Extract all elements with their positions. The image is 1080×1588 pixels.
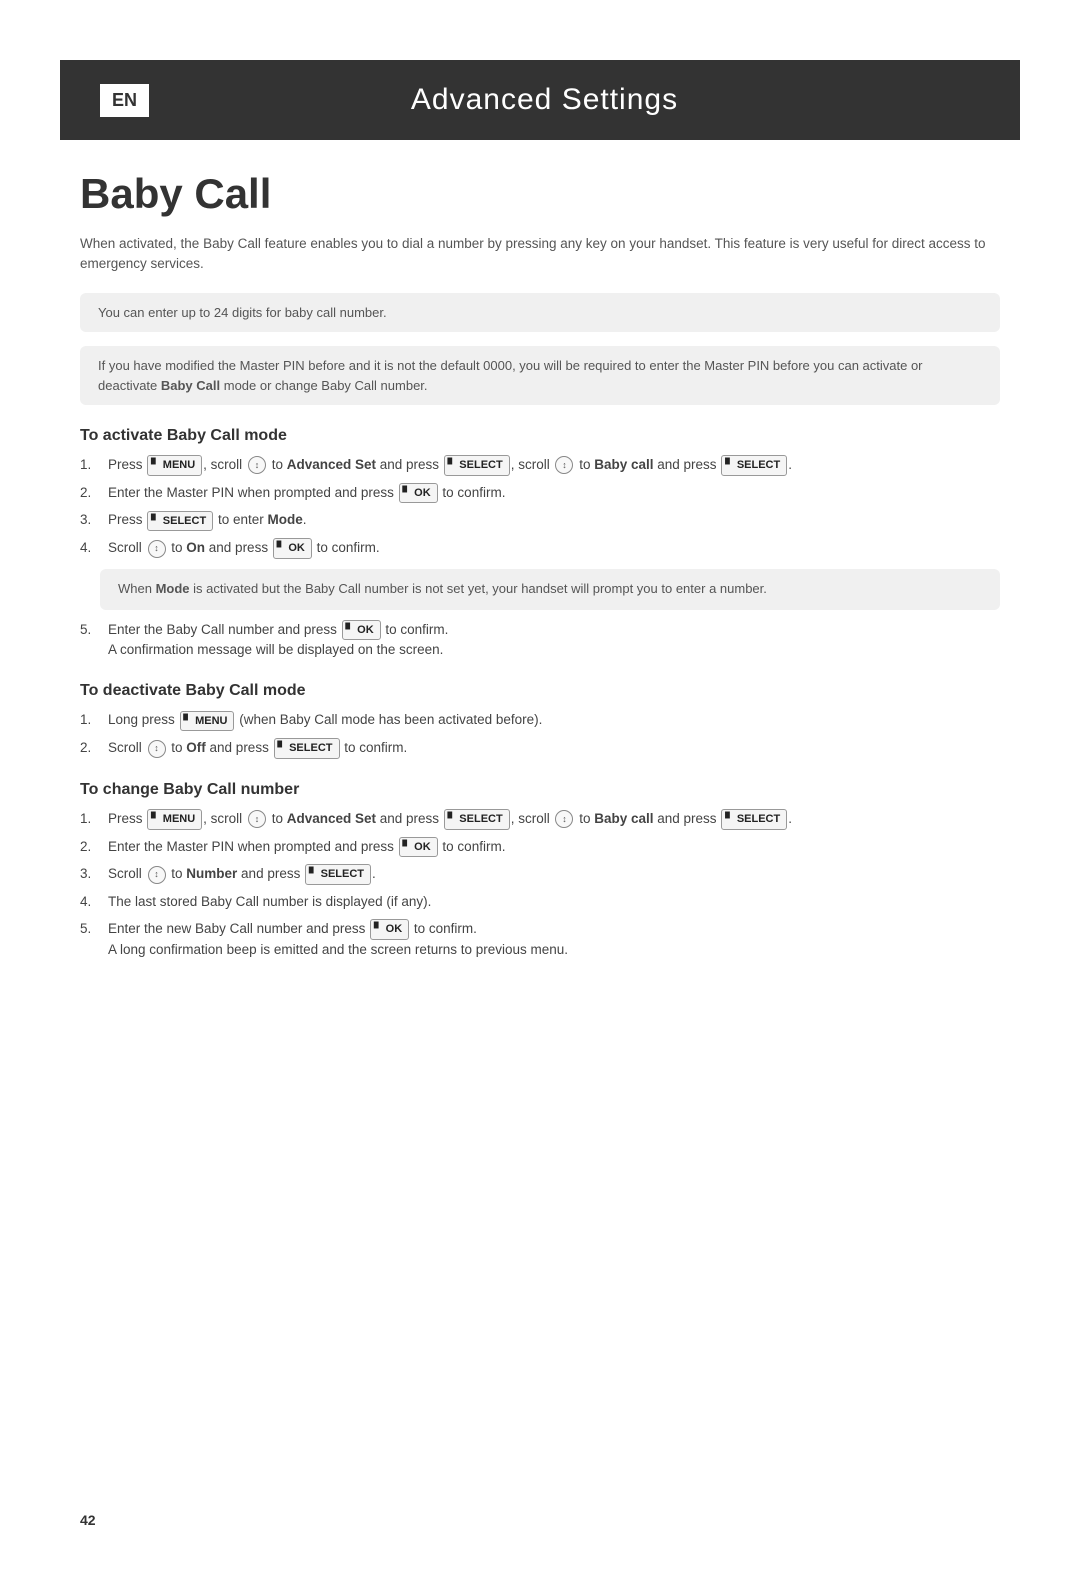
menu-button: ▘ MENU [147,455,202,476]
section2-steps: 1. Long press ▘ MENU (when Baby Call mod… [80,710,1000,758]
menu-button-2: ▘ MENU [180,711,235,732]
list-item: 3. Press ▘ SELECT to enter Mode. [80,510,1000,531]
scroll-icon-3: ↕ [148,540,166,558]
list-item: 4. Scroll ↕ to On and press ▘ OK to conf… [80,538,1000,559]
scroll-icon-4: ↕ [148,740,166,758]
section1-step5: 5. Enter the Baby Call number and press … [80,620,1000,661]
list-item: 5. Enter the new Baby Call number and pr… [80,919,1000,960]
menu-button-3: ▘ MENU [147,809,202,830]
scroll-icon-7: ↕ [148,866,166,884]
list-item: 2. Scroll ↕ to Off and press ▘ SELECT to… [80,738,1000,759]
scroll-icon-5: ↕ [248,810,266,828]
scroll-icon-2: ↕ [555,456,573,474]
section3-steps: 1. Press ▘ MENU, scroll ↕ to Advanced Se… [80,809,1000,960]
list-item: 4. The last stored Baby Call number is d… [80,892,1000,912]
select-button-4: ▘ SELECT [274,738,340,759]
page-title: Baby Call [80,170,1000,218]
list-item: 2. Enter the Master PIN when prompted an… [80,837,1000,858]
header-bar: EN Advanced Settings [60,60,1020,140]
select-button-6: ▘ SELECT [721,809,787,830]
intro-text: When activated, the Baby Call feature en… [80,234,1000,275]
section3-title: To change Baby Call number [80,781,1000,799]
list-item: 3. Scroll ↕ to Number and press ▘ SELECT… [80,864,1000,885]
ok-button-2: ▘ OK [273,538,312,559]
ok-button-5: ▘ OK [370,919,409,940]
ok-button-4: ▘ OK [399,837,438,858]
select-button-7: ▘ SELECT [305,864,371,885]
list-item: 2. Enter the Master PIN when prompted an… [80,483,1000,504]
header-title: Advanced Settings [169,83,980,117]
ok-button-3: ▘ OK [342,620,381,641]
select-button-3: ▘ SELECT [147,511,213,532]
section1-steps: 1. Press ▘ MENU, scroll ↕ to Advanced Se… [80,455,1000,559]
select-button-2: ▘ SELECT [721,455,787,476]
select-button-5: ▘ SELECT [444,809,510,830]
list-item: 1. Press ▘ MENU, scroll ↕ to Advanced Se… [80,455,1000,476]
list-item: 5. Enter the Baby Call number and press … [80,620,1000,661]
mode-note: When Mode is activated but the Baby Call… [100,569,1000,610]
ok-button: ▘ OK [399,483,438,504]
scroll-icon-6: ↕ [555,810,573,828]
section1-title: To activate Baby Call mode [80,427,1000,445]
note-box-1: You can enter up to 24 digits for baby c… [80,293,1000,333]
note-box-2: If you have modified the Master PIN befo… [80,346,1000,405]
list-item: 1. Press ▘ MENU, scroll ↕ to Advanced Se… [80,809,1000,830]
scroll-icon: ↕ [248,456,266,474]
content-area: Baby Call When activated, the Baby Call … [0,140,1080,1030]
section2-title: To deactivate Baby Call mode [80,682,1000,700]
list-item: 1. Long press ▘ MENU (when Baby Call mod… [80,710,1000,731]
page-number: 42 [80,1512,96,1528]
lang-label: EN [100,84,149,117]
page-wrapper: EN Advanced Settings Baby Call When acti… [0,60,1080,1588]
select-button: ▘ SELECT [444,455,510,476]
